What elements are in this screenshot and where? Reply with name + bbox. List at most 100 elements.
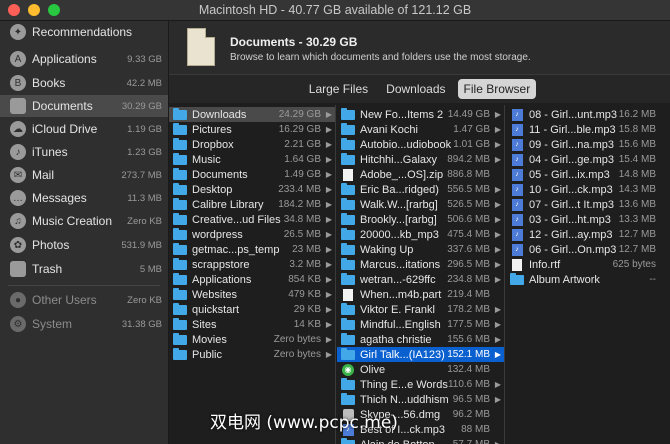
folder-row[interactable]: Avani Kochi 1.47 GB ▶ [337, 122, 504, 137]
tab-downloads[interactable]: Downloads [380, 79, 451, 99]
folder-row[interactable]: Desktop 233.4 MB ▶ [169, 182, 335, 197]
folder-row[interactable]: Calibre Library 184.2 MB ▶ [169, 197, 335, 212]
zoom-icon[interactable] [48, 4, 60, 16]
file-row[interactable]: ♪ 08 - Girl...unt.mp3 16.2 MB [506, 107, 670, 122]
file-row[interactable]: ♪ 06 - Girl...On.mp3 12.7 MB [506, 242, 670, 257]
tab-large-files[interactable]: Large Files [303, 79, 374, 99]
tab-file-browser[interactable]: File Browser [457, 79, 537, 99]
folder-icon [173, 287, 187, 300]
folder-row[interactable]: scrappstore 3.2 MB ▶ [169, 257, 335, 272]
file-row[interactable]: ♪ 04 - Girl...ge.mp3 15.4 MB [506, 152, 670, 167]
chevron-right-icon: ▶ [325, 170, 333, 179]
chevron-right-icon: ▶ [494, 350, 502, 359]
folder-row[interactable]: agatha christie 155.6 MB ▶ [337, 332, 504, 347]
folder-row[interactable]: Music 1.64 GB ▶ [169, 152, 335, 167]
sidebar-item-size: 531.9 MB [121, 239, 162, 251]
sidebar-item-books[interactable]: B Books 42.2 MB [0, 72, 168, 94]
item-name: quickstart [192, 303, 240, 316]
folder-row[interactable]: Thich N...uddhism 96.5 MB ▶ [337, 392, 504, 407]
sidebar-item-recommendations[interactable]: ✦ Recommendations [0, 21, 168, 43]
folder-row[interactable]: Pictures 16.29 GB ▶ [169, 122, 335, 137]
sidebar-item-music-creation[interactable]: ♫ Music Creation Zero KB [0, 210, 168, 232]
browser-column-3[interactable]: ♪ 08 - Girl...unt.mp3 16.2 MB ♪ 11 - Girl...… [506, 105, 670, 444]
item-name: Walk.W...[rarbg] [360, 198, 438, 211]
folder-row[interactable]: Movies Zero bytes ▶ [169, 332, 335, 347]
folder-row[interactable]: Sites 14 KB ▶ [169, 317, 335, 332]
folder-row[interactable]: quickstart 29 KB ▶ [169, 302, 335, 317]
item-size: 12.7 MB [618, 229, 656, 240]
folder-row[interactable]: Viktor E. Frankl 178.2 MB ▶ [337, 302, 504, 317]
folder-row[interactable]: Waking Up 337.6 MB ▶ [337, 242, 504, 257]
file-row[interactable]: ♪ 09 - Girl...na.mp3 15.6 MB [506, 137, 670, 152]
folder-row[interactable]: Websites 479 KB ▶ [169, 287, 335, 302]
sidebar-item-trash[interactable]: Trash 5 MB [0, 258, 168, 280]
item-size: 178.2 MB [447, 304, 490, 315]
folder-row[interactable]: Documents 1.49 GB ▶ [169, 167, 335, 182]
item-size: 16.2 MB [618, 109, 656, 120]
folder-row[interactable]: 20000...kb_mp3 475.4 MB ▶ [337, 227, 504, 242]
folder-row[interactable]: Public Zero bytes ▶ [169, 347, 335, 362]
file-row[interactable]: Info.rtf 625 bytes [506, 257, 670, 272]
browser-column-1[interactable]: Downloads 24.29 GB ▶ Pictures 16.29 GB ▶ Dropb… [169, 105, 335, 444]
folder-row[interactable]: wetran...-629ffc 234.8 MB ▶ [337, 272, 504, 287]
audio-file-icon: ♪ [511, 168, 523, 181]
sidebar-item-messages[interactable]: … Messages 11.3 MB [0, 187, 168, 209]
folder-row[interactable]: Mindful...English 177.5 MB ▶ [337, 317, 504, 332]
app-icon: ◉ [342, 363, 354, 376]
sidebar-item-photos[interactable]: ✿ Photos 531.9 MB [0, 234, 168, 256]
folder-row[interactable]: Girl Talk...(IA123) 152.1 MB ▶ [337, 347, 504, 362]
audio-file-icon: ♪ [511, 198, 523, 211]
column-divider[interactable] [335, 105, 336, 444]
folder-icon [341, 212, 355, 225]
file-row[interactable]: ♪ 03 - Girl...ht.mp3 13.3 MB [506, 212, 670, 227]
sidebar-item-other-users[interactable]: ● Other Users Zero KB [0, 289, 168, 311]
chevron-right-icon: ▶ [494, 260, 502, 269]
folder-row[interactable]: Walk.W...[rarbg] 526.5 MB ▶ [337, 197, 504, 212]
sidebar-item-applications[interactable]: A Applications 9.33 GB [0, 48, 168, 70]
sidebar-item-itunes[interactable]: ♪ iTunes 1.23 GB [0, 141, 168, 163]
sidebar-item-label: iCloud Drive [32, 122, 98, 136]
sidebar-item-size: 42.2 MB [126, 77, 162, 89]
item-size: 296.5 MB [447, 259, 490, 270]
browser-column-2[interactable]: New Fo...Items 2 14.49 GB ▶ Avani Kochi 1.47… [337, 105, 504, 444]
sidebar-item-system[interactable]: ⚙ System 31.38 GB [0, 313, 168, 335]
folder-row[interactable]: Creative...ud Files 34.8 MB ▶ [169, 212, 335, 227]
minimize-icon[interactable] [28, 4, 40, 16]
folder-row[interactable]: Dropbox 2.21 GB ▶ [169, 137, 335, 152]
folder-row[interactable]: Downloads 24.29 GB ▶ [169, 107, 335, 122]
item-size: 15.4 MB [618, 154, 656, 165]
column-divider[interactable] [504, 105, 505, 444]
item-size: 556.5 MB [447, 184, 490, 195]
file-row[interactable]: ♪ 12 - Girl...ay.mp3 12.7 MB [506, 227, 670, 242]
file-row[interactable]: When...m4b.part 219.4 MB [337, 287, 504, 302]
file-row[interactable]: ♪ 05 - Girl...ix.mp3 14.8 MB [506, 167, 670, 182]
folder-row[interactable]: New Fo...Items 2 14.49 GB ▶ [337, 107, 504, 122]
chevron-right-icon: ▶ [325, 290, 333, 299]
file-row[interactable]: Adobe_...OS].zip 886.8 MB [337, 167, 504, 182]
folder-row[interactable]: Thing E...e Words 110.6 MB ▶ [337, 377, 504, 392]
item-size: 1.01 GB [453, 139, 490, 150]
sidebar-item-size: 31.38 GB [121, 318, 162, 330]
item-name: 20000...kb_mp3 [360, 228, 439, 241]
folder-row[interactable]: Album Artwork -- [506, 272, 670, 287]
folder-row[interactable]: Hitchhi...Galaxy 894.2 MB ▶ [337, 152, 504, 167]
folder-icon [173, 347, 187, 360]
file-row[interactable]: ♪ 10 - Girl...ck.mp3 14.3 MB [506, 182, 670, 197]
sidebar-item-documents[interactable]: Documents 30.29 GB [0, 95, 168, 117]
folder-row[interactable]: Brookly...[rarbg] 506.6 MB ▶ [337, 212, 504, 227]
sidebar-item-mail[interactable]: ✉ Mail 273.7 MB [0, 164, 168, 186]
file-row[interactable]: ♪ 11 - Girl...ble.mp3 15.8 MB [506, 122, 670, 137]
file-row[interactable]: ◉ Olive 132.4 MB [337, 362, 504, 377]
folder-row[interactable]: Autobio...udiobook 1.01 GB ▶ [337, 137, 504, 152]
folder-row[interactable]: Marcus...itations 296.5 MB ▶ [337, 257, 504, 272]
folder-row[interactable]: Alain de Botton57.7 MB ▶ [337, 437, 504, 444]
category-header: Documents - 30.29 GB Browse to learn whi… [169, 21, 670, 75]
sidebar-item-icloud-drive[interactable]: ☁ iCloud Drive 1.19 GB [0, 118, 168, 140]
folder-row[interactable]: Applications 854 KB ▶ [169, 272, 335, 287]
file-row[interactable]: ♪ 07 - Girl...t It.mp3 13.6 MB [506, 197, 670, 212]
close-icon[interactable] [8, 4, 20, 16]
folder-row[interactable]: getmac...ps_temp 23 MB ▶ [169, 242, 335, 257]
folder-row[interactable]: wordpress 26.5 MB ▶ [169, 227, 335, 242]
folder-row[interactable]: Eric Ba...ridged) 556.5 MB ▶ [337, 182, 504, 197]
folder-icon [341, 107, 355, 120]
